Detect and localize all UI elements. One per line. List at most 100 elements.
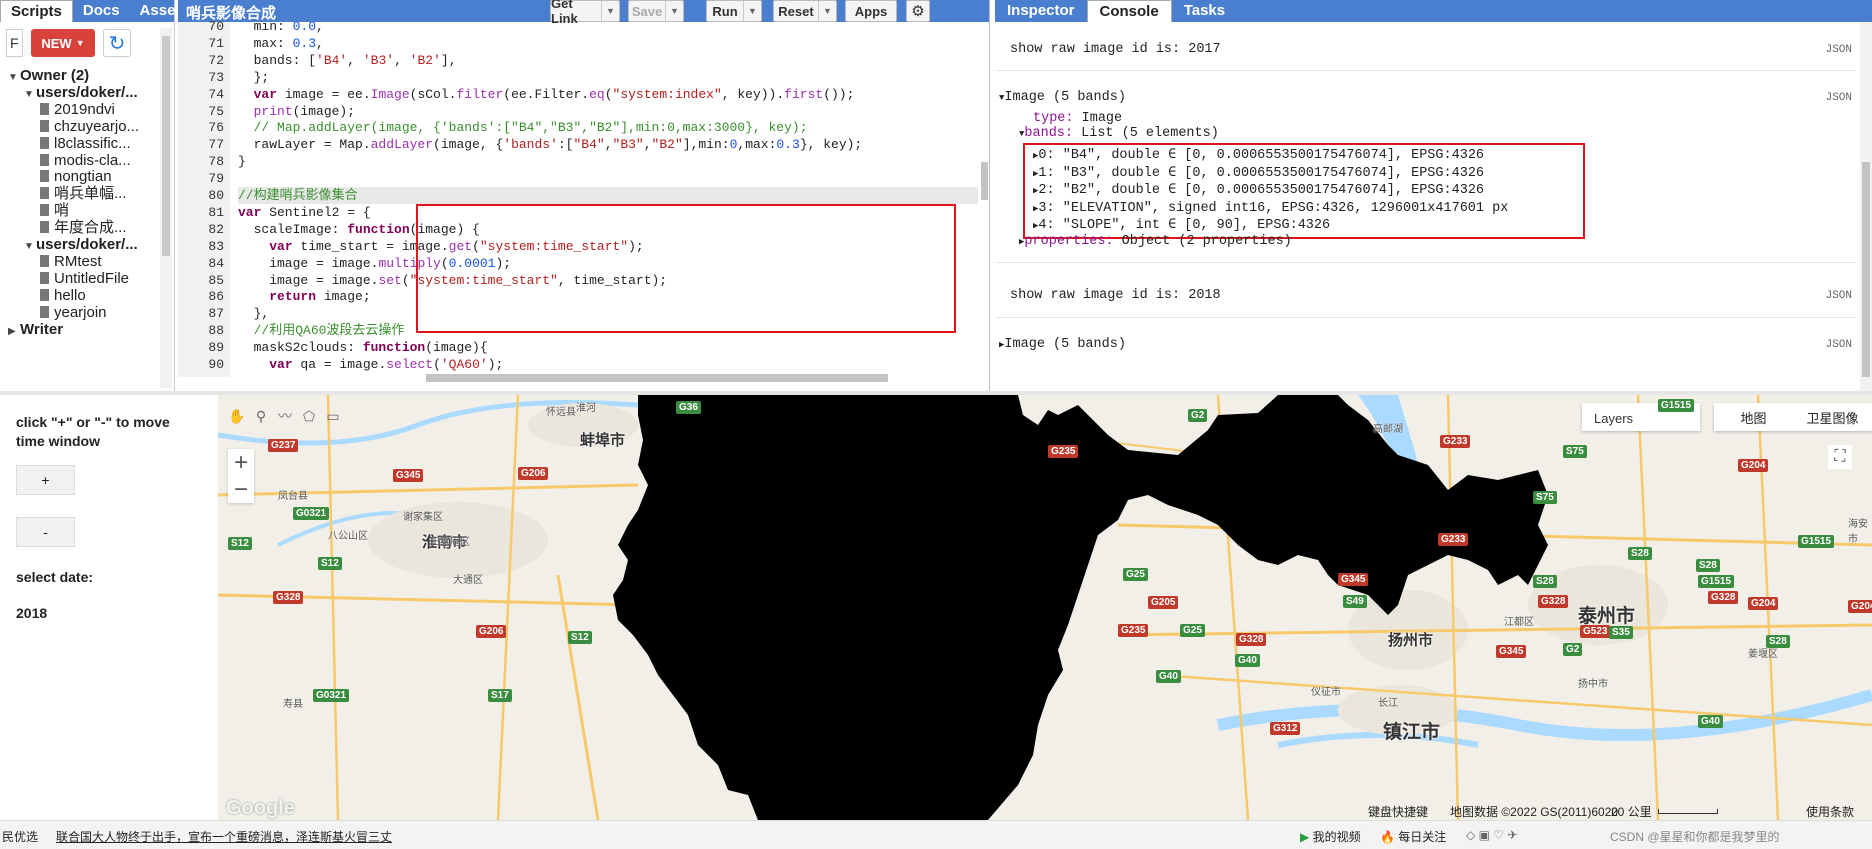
tab-console[interactable]: Console xyxy=(1086,0,1172,22)
get-link-button[interactable]: Get Link ▼ xyxy=(550,0,620,26)
caret-right-icon[interactable]: ▶ xyxy=(8,322,20,341)
code-line[interactable]: min: 0.0, xyxy=(238,22,324,35)
scripts-toolbar: F NEW ▼ ↻ xyxy=(0,22,174,64)
image-header: Image (5 bands) xyxy=(1004,337,1126,352)
zoom-out-icon[interactable]: − xyxy=(228,476,254,503)
map-attribution: 地图数据 ©2022 GS(2011)6020 xyxy=(1450,805,1619,819)
road-shield: G523 xyxy=(1580,625,1611,638)
news-ticker[interactable]: 联合国大人物终于出手，宣布一个重磅消息，泽连斯基火冒三丈 xyxy=(56,828,392,845)
code-line[interactable]: //构建哨兵影像集合 xyxy=(238,187,978,204)
rectangle-tool-icon[interactable]: ▭ xyxy=(322,405,344,427)
chevron-down-icon[interactable]: ▼ xyxy=(665,1,683,21)
json-link[interactable]: JSON xyxy=(1826,92,1852,104)
line-tool-icon[interactable]: 〰 xyxy=(274,405,296,427)
chevron-down-icon[interactable]: ▼ xyxy=(743,1,761,21)
place-label: 八公山区 xyxy=(328,531,368,542)
file-icon xyxy=(40,288,49,301)
code-line[interactable]: } xyxy=(238,153,246,170)
hot-link[interactable]: 🔥 每日关注 xyxy=(1380,828,1446,845)
road-shield: G36 xyxy=(676,401,701,414)
code-line[interactable]: var image = ee.Image(sCol.filter(ee.Filt… xyxy=(238,86,855,103)
map-type-satellite-button[interactable]: 卫星图像 xyxy=(1793,403,1872,431)
road-shield: G40 xyxy=(1156,670,1181,683)
save-button[interactable]: Save ▼ xyxy=(628,0,684,22)
tree-label: UntitledFile xyxy=(54,269,130,287)
line-number: 79 xyxy=(208,171,224,187)
bands-value: List (5 elements) xyxy=(1073,126,1219,141)
terms-link[interactable]: 使用条款 xyxy=(1806,803,1854,820)
code-line[interactable]: //利用QA60波段去云操作 xyxy=(238,322,405,339)
tab-inspector[interactable]: Inspector xyxy=(995,0,1087,22)
road-shield: G328 xyxy=(1236,633,1267,646)
json-link[interactable]: JSON xyxy=(1826,290,1852,302)
json-link[interactable]: JSON xyxy=(1826,44,1852,56)
zoom-in-icon[interactable]: + xyxy=(228,449,254,476)
minus-button[interactable]: - xyxy=(16,517,75,547)
new-button[interactable]: NEW ▼ xyxy=(31,29,95,57)
play-icon: ▶ xyxy=(1300,830,1310,844)
image-header: Image (5 bands) xyxy=(1004,90,1126,105)
scripts-scrollbar[interactable] xyxy=(160,28,172,388)
apps-button[interactable]: Apps xyxy=(845,0,897,22)
caret-down-icon[interactable]: ▼ xyxy=(8,68,20,87)
script-title: 哨兵影像合成 xyxy=(186,5,277,22)
caret-down-icon[interactable]: ▼ xyxy=(24,85,36,104)
marker-icon[interactable]: ⚲ xyxy=(250,405,272,427)
code-line[interactable]: // Map.addLayer(image, {'bands':["B4","B… xyxy=(238,119,808,136)
pan-hand-icon[interactable]: ✋ xyxy=(226,405,248,427)
caret-down-icon[interactable]: ▼ xyxy=(24,237,36,256)
map-type-map-button[interactable]: 地图 xyxy=(1714,403,1793,431)
tree-label: nongtian xyxy=(54,168,112,186)
code-line[interactable]: maskS2clouds: function(image){ xyxy=(238,339,488,356)
code-line[interactable]: rawLayer = Map.addLayer(image, {'bands':… xyxy=(238,136,863,153)
video-link[interactable]: ▶ 我的视频 xyxy=(1300,828,1361,845)
tab-tasks[interactable]: Tasks xyxy=(1172,0,1237,22)
code-line[interactable]: }; xyxy=(238,69,270,86)
image-tree-node[interactable]: ▼Image (5 bands) xyxy=(999,89,1126,107)
fullscreen-icon[interactable]: ⛶ xyxy=(1828,445,1852,469)
keyboard-shortcuts-link[interactable]: 键盘快捷键 xyxy=(1368,803,1428,820)
console-scrollbar[interactable] xyxy=(1860,22,1872,391)
image-tree-node[interactable]: ▶Image (5 bands) xyxy=(999,336,1126,354)
tab-scripts[interactable]: Scripts xyxy=(0,0,73,22)
json-link[interactable]: JSON xyxy=(1826,339,1852,351)
file-icon xyxy=(40,153,49,166)
line-number: 82 xyxy=(208,221,224,237)
code-editor-panel: 哨兵影像合成 Get Link ▼ Save ▼ Run ▼ Reset ▼ A… xyxy=(178,0,990,391)
plus-button[interactable]: + xyxy=(16,465,75,495)
road-shield: G25 xyxy=(1180,624,1205,637)
tree-folder[interactable]: ▶ Writer xyxy=(8,320,63,339)
code-line[interactable]: }, xyxy=(238,305,270,322)
refresh-icon[interactable]: ↻ xyxy=(103,29,131,57)
polygon-tool-icon[interactable]: ⬠ xyxy=(298,405,320,427)
console-separator xyxy=(995,70,1855,71)
line-number: 76 xyxy=(208,120,224,136)
chevron-down-icon[interactable]: ▼ xyxy=(601,1,619,21)
code-line[interactable]: var Sentinel2 = { xyxy=(238,204,371,221)
road-shield: G345 xyxy=(393,469,424,482)
tab-docs[interactable]: Docs xyxy=(73,0,130,22)
highlight-box-sentinel2 xyxy=(416,204,956,333)
code-line[interactable]: bands: ['B4', 'B3', 'B2'], xyxy=(238,52,457,69)
code-line[interactable]: print(image); xyxy=(238,103,355,120)
reset-button[interactable]: Reset ▼ xyxy=(773,0,837,22)
line-number: 88 xyxy=(208,323,224,339)
chevron-down-icon[interactable]: ▼ xyxy=(818,1,836,21)
hot-label: 每日关注 xyxy=(1398,830,1447,844)
bands-row[interactable]: ▼bands: List (5 elements) xyxy=(1019,125,1219,143)
place-label: 海安市 xyxy=(1848,519,1868,545)
file-icon xyxy=(40,136,49,149)
properties-row[interactable]: ▶properties: Object (2 properties) xyxy=(1019,233,1292,251)
run-button[interactable]: Run ▼ xyxy=(706,0,762,22)
code-line[interactable]: var qa = image.select('QA60'); xyxy=(238,356,503,373)
editor-vertical-scrollbar[interactable] xyxy=(978,22,990,387)
place-label: 江都区 xyxy=(1504,617,1534,628)
code-line[interactable]: return image; xyxy=(238,288,370,305)
road-shield: S28 xyxy=(1628,547,1652,560)
code-line[interactable]: max: 0.3, xyxy=(238,35,324,52)
browser-status-bar: 民优选 联合国大人物终于出手，宣布一个重磅消息，泽连斯基火冒三丈 ▶ 我的视频 … xyxy=(0,820,1872,849)
gear-icon[interactable]: ⚙ xyxy=(906,0,930,22)
map-view[interactable]: ✋ ⚲ 〰 ⬠ ▭ + − Layers 地图 卫星图像 ⛶ 蚌埠市 淮南市 扬州市… xyxy=(218,395,1872,820)
city-label: 泰州市 xyxy=(1578,606,1636,627)
filter-scripts-input[interactable]: F xyxy=(6,29,23,57)
